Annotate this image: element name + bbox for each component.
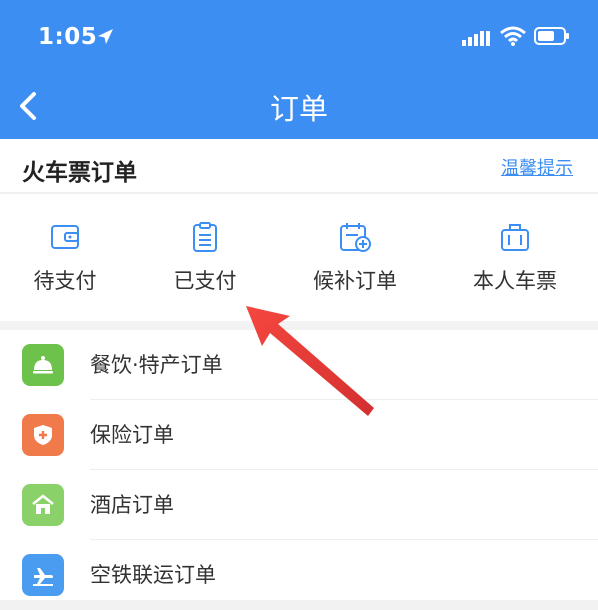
annotation-arrow-icon xyxy=(246,306,374,416)
